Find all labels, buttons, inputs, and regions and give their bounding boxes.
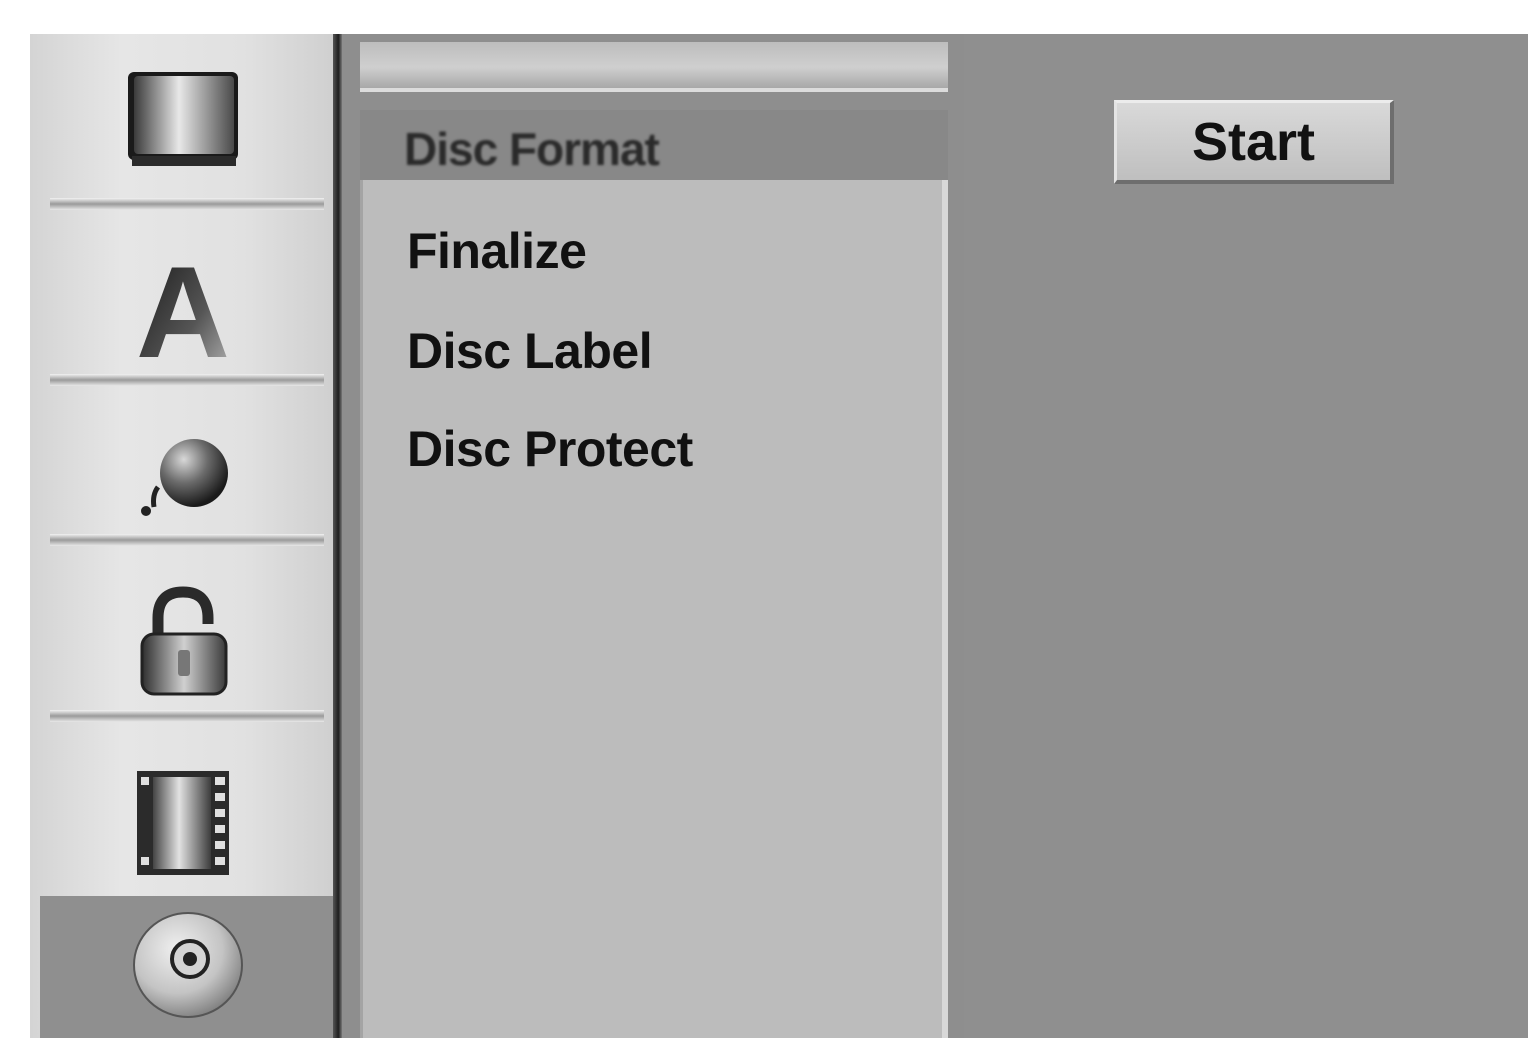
action-panel: Start (964, 34, 1528, 1038)
submenu-item-finalize[interactable]: Finalize (407, 222, 587, 280)
category-divider (50, 710, 324, 722)
submenu-item-disc-format[interactable]: Disc Format (360, 110, 948, 180)
submenu-item-disc-protect[interactable]: Disc Protect (407, 420, 693, 478)
category-sidebar: A (30, 34, 336, 1038)
tv-icon (118, 64, 248, 174)
start-button[interactable]: Start (1114, 100, 1394, 184)
language-icon-letter: A (136, 249, 230, 369)
lock-icon (128, 584, 238, 704)
disc-icon (128, 907, 248, 1027)
submenu-item-label: Disc Format (404, 123, 660, 175)
submenu-item-disc-label[interactable]: Disc Label (407, 322, 653, 380)
audio-icon (128, 427, 238, 527)
category-disc[interactable] (40, 896, 336, 1038)
category-film[interactable] (30, 724, 336, 924)
category-tv[interactable] (30, 34, 336, 204)
submenu-panel: Disc Format Finalize Disc Label Disc Pro… (342, 34, 964, 1038)
sidebar-edge (333, 34, 342, 1038)
submenu-top-bar (360, 42, 948, 92)
language-icon: A (128, 249, 238, 369)
film-icon (133, 769, 233, 879)
category-divider (50, 534, 324, 546)
submenu-list: Finalize Disc Label Disc Protect (360, 180, 948, 1038)
